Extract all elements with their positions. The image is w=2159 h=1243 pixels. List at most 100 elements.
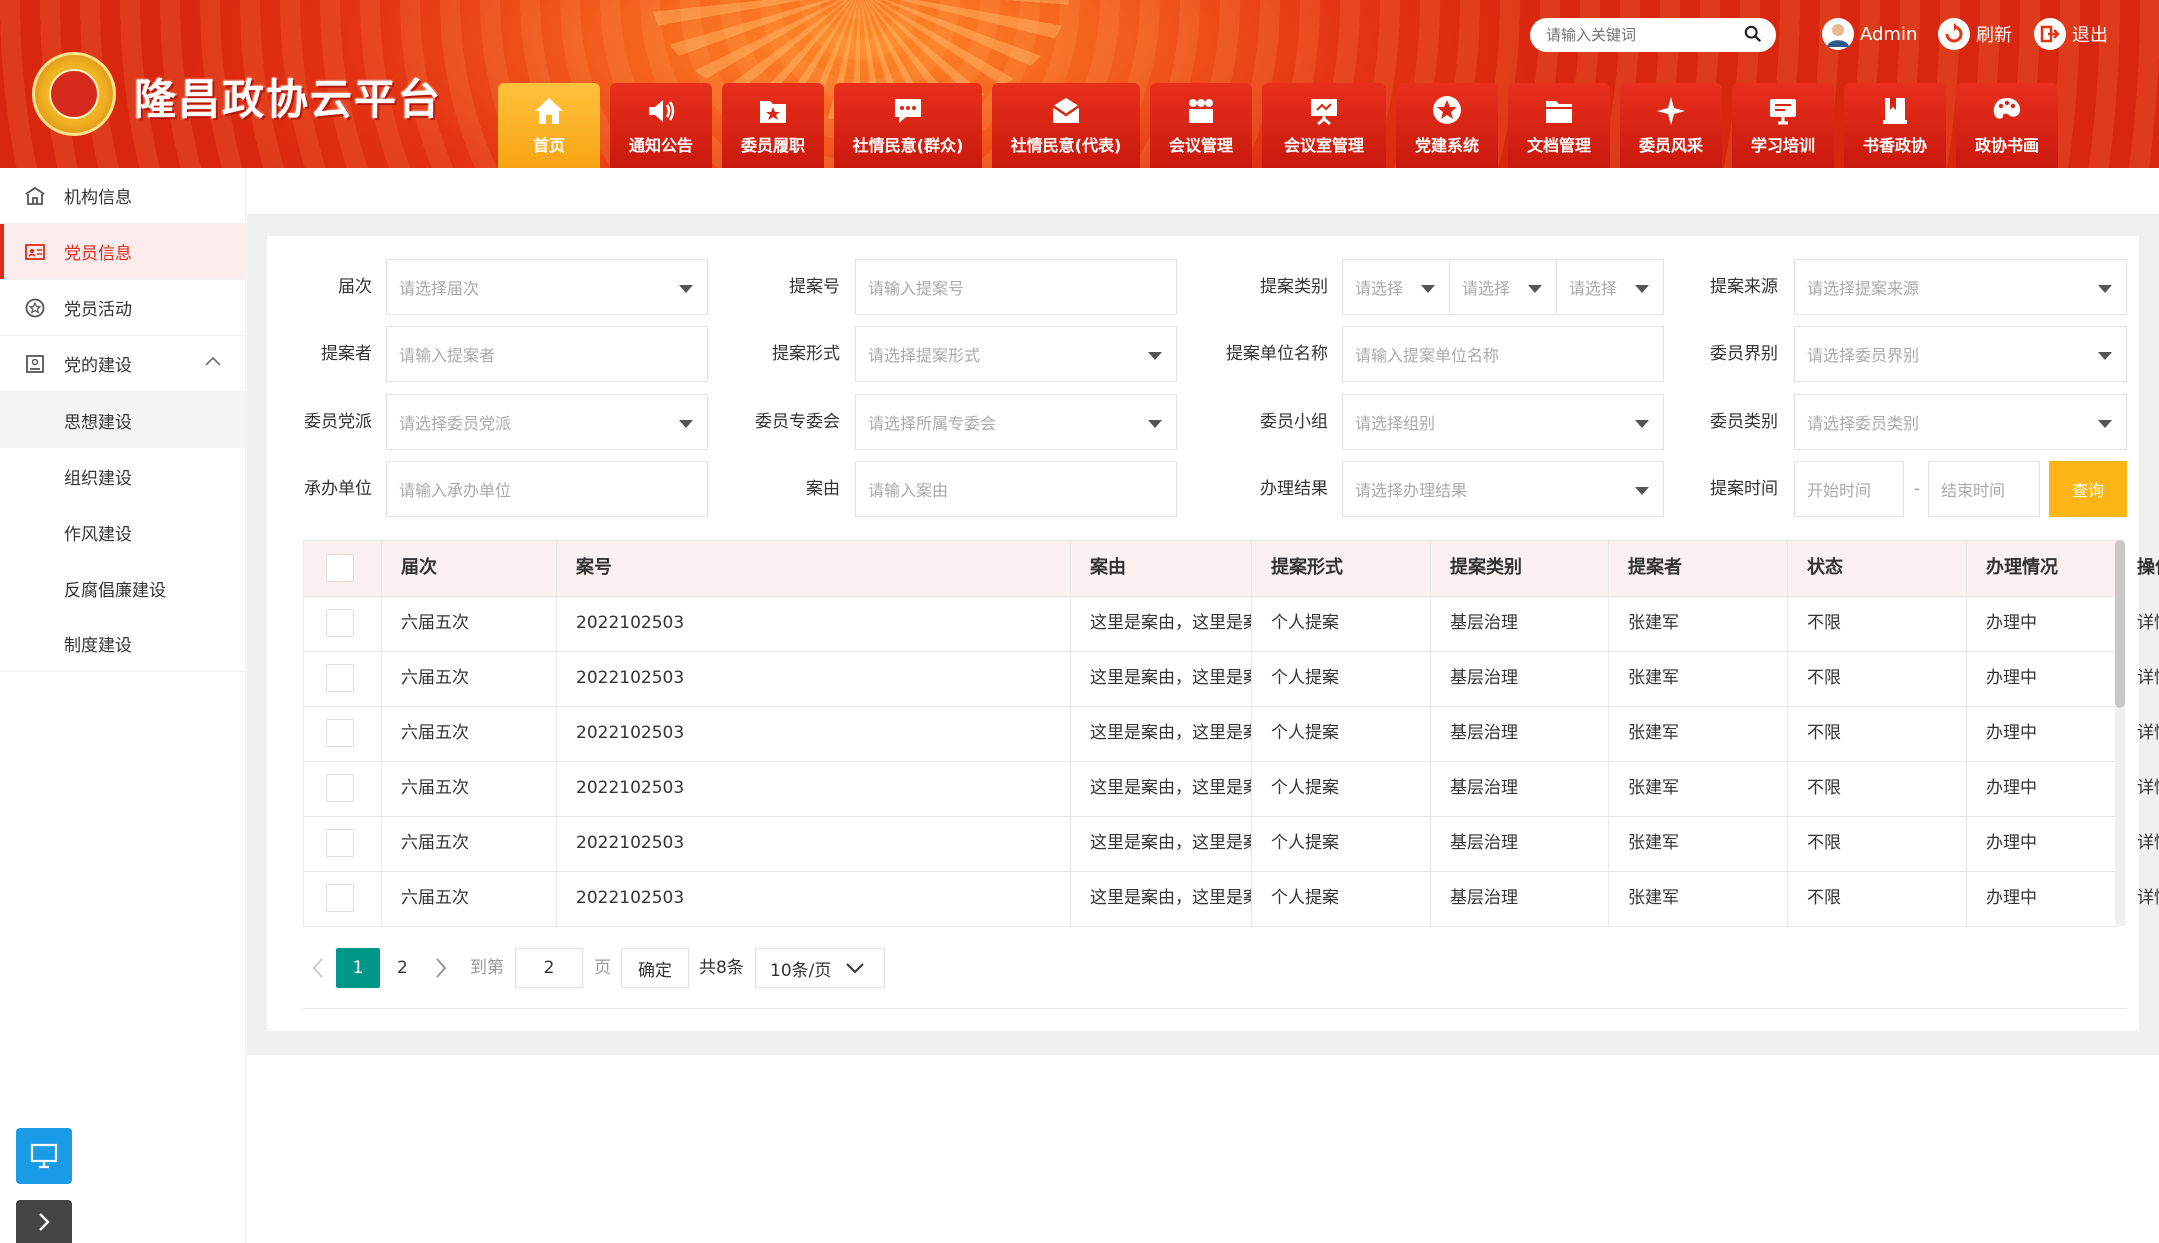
dropdown-icon xyxy=(2098,285,2112,293)
query-button[interactable]: 查询 xyxy=(2049,461,2127,517)
nav-home[interactable]: 首页 xyxy=(498,83,600,168)
dropdown-icon xyxy=(1148,352,1162,360)
sidebar-item-building[interactable]: 党的建设 xyxy=(0,336,245,392)
tab-strip xyxy=(247,168,2159,214)
table-cell-proposer: 张建军 xyxy=(1628,778,1679,798)
page-2-button[interactable]: 2 xyxy=(397,948,408,988)
committee-select[interactable]: 请选择所属专委会 xyxy=(855,394,1177,450)
end-time-input[interactable]: 结束时间 xyxy=(1928,461,2040,517)
nav-meeting[interactable]: 会议管理 xyxy=(1150,83,1252,168)
sidebar-sub-ideology[interactable]: 思想建设 xyxy=(0,392,245,448)
table-cell-session: 六届五次 xyxy=(401,833,469,853)
row-checkbox[interactable] xyxy=(326,719,354,747)
sidebar-item-org[interactable]: 机构信息 xyxy=(0,168,245,224)
nav-style[interactable]: 委员风采 xyxy=(1620,83,1722,168)
table-cell-case-no: 2022102503 xyxy=(576,613,685,633)
row-checkbox[interactable] xyxy=(326,774,354,802)
label-party: 委员党派 xyxy=(304,412,372,432)
nav-study[interactable]: 学习培训 xyxy=(1732,83,1834,168)
prev-page-button[interactable] xyxy=(311,948,325,988)
table-cell-progress: 办理中 xyxy=(1986,833,2037,853)
per-page-select[interactable]: 10条/页 xyxy=(755,948,885,988)
refresh-button[interactable]: 刷新 xyxy=(1938,14,2012,54)
sidebar-sub-anticorruption[interactable]: 反腐倡廉建设 xyxy=(0,560,245,616)
goto-page-input[interactable]: 2 xyxy=(515,948,583,988)
table-cell-subject: 这里是案由，这里是案由，这里是案由。 xyxy=(1090,833,1251,853)
category-select-2[interactable]: 请选择 xyxy=(1449,259,1557,315)
nav-opinion-public[interactable]: 社情民意(群众) xyxy=(834,83,982,168)
row-checkbox[interactable] xyxy=(326,664,354,692)
search-box[interactable] xyxy=(1530,18,1776,52)
page-1-button[interactable]: 1 xyxy=(336,948,380,988)
sidebar-item-activities[interactable]: 党员活动 xyxy=(0,280,245,336)
table-cell-case-no: 2022102503 xyxy=(576,778,685,798)
party-select[interactable]: 请选择委员党派 xyxy=(386,394,708,450)
chevron-right-icon xyxy=(39,1212,50,1231)
sidebar-sub-organization[interactable]: 组织建设 xyxy=(0,448,245,504)
speaker-icon xyxy=(649,100,675,122)
category-select-3[interactable]: 请选择 xyxy=(1556,259,1664,315)
id-card-icon xyxy=(25,243,45,260)
col-header-progress: 办理情况 xyxy=(1986,557,2058,578)
logout-button[interactable]: 退出 xyxy=(2034,14,2108,54)
building-icon xyxy=(25,186,45,205)
sidebar-sub-system[interactable]: 制度建设 xyxy=(0,616,245,672)
search-input[interactable] xyxy=(1546,26,1736,44)
session-select[interactable]: 请选择届次 xyxy=(386,259,708,315)
row-checkbox[interactable] xyxy=(326,884,354,912)
sector-select[interactable]: 请选择委员界别 xyxy=(1794,326,2127,382)
next-page-button[interactable] xyxy=(434,948,448,988)
sidebar-sub-conduct[interactable]: 作风建设 xyxy=(0,504,245,560)
form-select[interactable]: 请选择提案形式 xyxy=(855,326,1177,382)
row-checkbox[interactable] xyxy=(326,609,354,637)
nav-opinion-rep[interactable]: 社情民意(代表) xyxy=(992,83,1140,168)
col-header-form: 提案形式 xyxy=(1271,557,1343,578)
label-session: 届次 xyxy=(338,277,372,297)
category-select-1[interactable]: 请选择 xyxy=(1342,259,1450,315)
select-all-checkbox[interactable] xyxy=(326,554,354,582)
goto-confirm-button[interactable]: 确定 xyxy=(621,948,689,988)
table-cell-progress: 办理中 xyxy=(1986,613,2037,633)
dropdown-icon xyxy=(1148,420,1162,428)
nav-books[interactable]: 书香政协 xyxy=(1844,83,1946,168)
member-type-select[interactable]: 请选择委员类别 xyxy=(1794,394,2127,450)
main-nav: 首页 通知公告 委员履职 社情民意(群众) 社情民意(代表) 会议管理 会议室管… xyxy=(498,83,2068,168)
proposer-input[interactable]: 请输入提案者 xyxy=(386,326,708,382)
nav-room[interactable]: 会议室管理 xyxy=(1262,83,1386,168)
source-select[interactable]: 请选择提案来源 xyxy=(1794,259,2127,315)
col-divider xyxy=(381,540,382,926)
unit-name-input[interactable]: 请输入提案单位名称 xyxy=(1342,326,1664,382)
desktop-button[interactable] xyxy=(16,1128,72,1184)
folder-icon xyxy=(1546,101,1572,123)
table-scroll-thumb[interactable] xyxy=(2115,540,2125,708)
result-select[interactable]: 请选择办理结果 xyxy=(1342,461,1664,517)
user-name: Admin xyxy=(1860,23,1918,45)
table-cell-session: 六届五次 xyxy=(401,723,469,743)
dropdown-icon xyxy=(1635,420,1649,428)
start-time-input[interactable]: 开始时间 xyxy=(1794,461,1904,517)
search-icon[interactable] xyxy=(1744,25,1762,43)
table-cell-proposer: 张建军 xyxy=(1628,723,1679,743)
table-cell-session: 六届五次 xyxy=(401,888,469,908)
table-top-border xyxy=(303,540,2117,541)
label-member-type: 委员类别 xyxy=(1710,412,1778,432)
table-cell-case-no: 2022102503 xyxy=(576,833,685,853)
handler-input[interactable]: 请输入承办单位 xyxy=(386,461,708,517)
group-select[interactable]: 请选择组别 xyxy=(1342,394,1664,450)
nav-duty[interactable]: 委员履职 xyxy=(722,83,824,168)
sparkle-icon xyxy=(1657,97,1685,125)
sidebar-item-members[interactable]: 党员信息 xyxy=(0,224,245,280)
user-icon xyxy=(1827,24,1849,47)
nav-art[interactable]: 政协书画 xyxy=(1956,83,2058,168)
user-menu[interactable]: Admin xyxy=(1822,14,1917,54)
nav-party[interactable]: 党建系统 xyxy=(1396,83,1498,168)
col-divider xyxy=(1070,540,1071,926)
nav-docs[interactable]: 文档管理 xyxy=(1508,83,1610,168)
mail-icon xyxy=(1052,98,1080,123)
expand-button[interactable] xyxy=(16,1200,72,1243)
row-checkbox[interactable] xyxy=(326,829,354,857)
nav-notice[interactable]: 通知公告 xyxy=(610,83,712,168)
table-cell-category: 基层治理 xyxy=(1450,778,1518,798)
subject-input[interactable]: 请输入案由 xyxy=(855,461,1177,517)
proposal-no-input[interactable]: 请输入提案号 xyxy=(855,259,1177,315)
